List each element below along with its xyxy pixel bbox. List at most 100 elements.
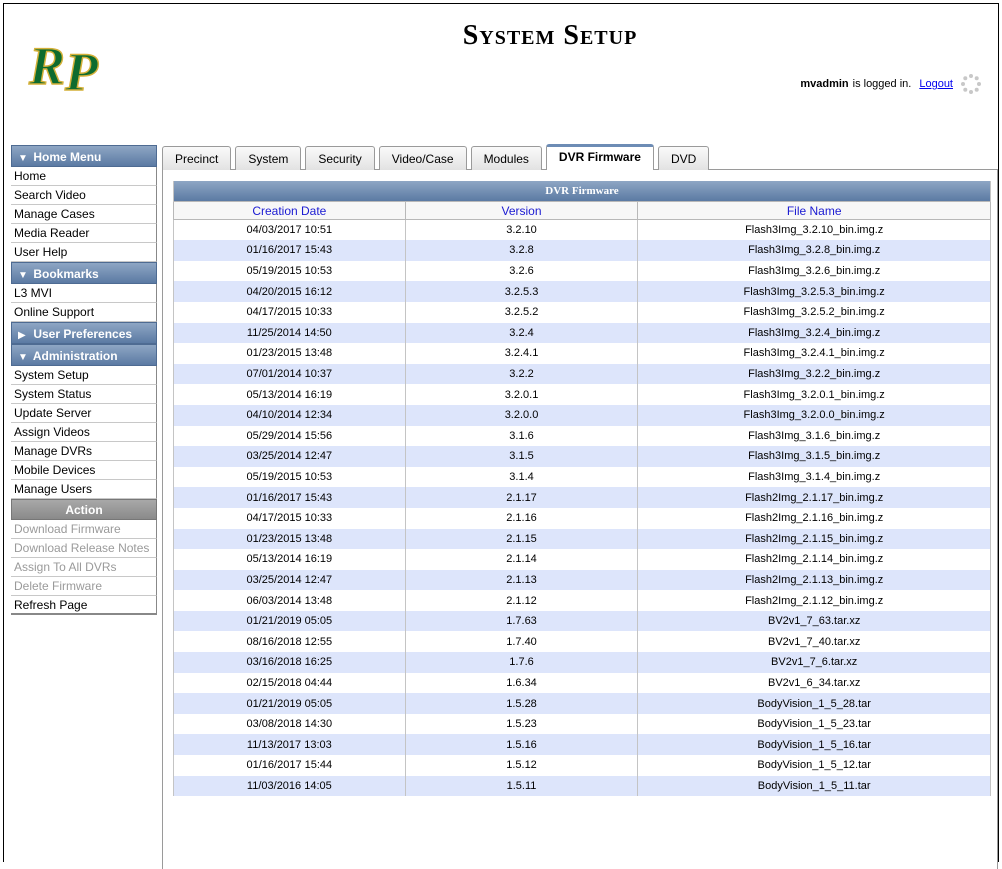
cell-version: 3.2.0.0 bbox=[404, 404, 639, 426]
sidebar-item-manage-cases[interactable]: Manage Cases bbox=[11, 205, 157, 224]
table-row[interactable]: 05/19/2015 10:53 3.2.6 Flash3Img_3.2.6_bin… bbox=[173, 260, 991, 282]
cell-creation-date: 01/21/2019 05:05 bbox=[173, 693, 406, 714]
sidebar-item-online-support[interactable]: Online Support bbox=[11, 303, 157, 322]
sidebar-item-update-server[interactable]: Update Server bbox=[11, 404, 157, 423]
administration-header[interactable]: ▼ Administration bbox=[11, 344, 157, 366]
table-row[interactable]: 01/16/2017 15:44 1.5.12 BodyVision_1_5_12.… bbox=[173, 755, 991, 776]
table-row[interactable]: 04/20/2015 16:12 3.2.5.3 Flash3Img_3.2.5.3… bbox=[173, 281, 991, 302]
table-row[interactable]: 05/19/2015 10:53 3.1.4 Flash3Img_3.1.4_bin… bbox=[173, 466, 991, 488]
cell-file-name: BV2v1_7_6.tar.xz bbox=[637, 652, 991, 673]
cell-creation-date: 03/08/2018 14:30 bbox=[173, 713, 406, 735]
table-row[interactable]: 03/08/2018 14:30 1.5.23 BodyVision_1_5_23.… bbox=[173, 713, 991, 735]
home-menu-title: Home Menu bbox=[33, 150, 102, 164]
user-preferences-title: User Preferences bbox=[33, 327, 133, 341]
home-menu-header[interactable]: ▼ Home Menu bbox=[11, 145, 157, 167]
table-row[interactable]: 01/21/2019 05:05 1.7.63 BV2v1_7_63.tar.xz bbox=[173, 610, 991, 632]
tab-dvd[interactable]: DVD bbox=[657, 146, 710, 170]
table-row[interactable]: 08/16/2018 12:55 1.7.40 BV2v1_7_40.tar.xz bbox=[173, 631, 991, 653]
cell-version: 2.1.12 bbox=[404, 590, 639, 611]
cell-file-name: Flash2Img_2.1.17_bin.img.z bbox=[637, 487, 991, 508]
sidebar-item-l3-mvi[interactable]: L3 MVI bbox=[11, 284, 157, 303]
cell-creation-date: 01/23/2015 13:48 bbox=[173, 343, 406, 364]
user-preferences-header[interactable]: ▶ User Preferences bbox=[11, 322, 157, 344]
cell-creation-date: 01/16/2017 15:43 bbox=[173, 240, 406, 261]
cell-version: 3.2.4 bbox=[404, 322, 639, 344]
table-row[interactable]: 11/25/2014 14:50 3.2.4 Flash3Img_3.2.4_bin… bbox=[173, 322, 991, 344]
table-row[interactable]: 07/01/2014 10:37 3.2.2 Flash3Img_3.2.2_bin… bbox=[173, 363, 991, 385]
cell-version: 3.2.5.2 bbox=[404, 301, 639, 323]
column-header-version[interactable]: Version bbox=[404, 201, 639, 221]
sidebar-item-home[interactable]: Home bbox=[11, 167, 157, 186]
logout-link[interactable]: Logout bbox=[919, 78, 953, 90]
logged-in-text: is logged in. bbox=[852, 78, 912, 90]
cell-creation-date: 04/03/2017 10:51 bbox=[173, 219, 406, 241]
cell-file-name: BodyVision_1_5_12.tar bbox=[637, 755, 991, 776]
cell-version: 1.5.12 bbox=[404, 755, 639, 776]
table-row[interactable]: 04/10/2014 12:34 3.2.0.0 Flash3Img_3.2.0.0… bbox=[173, 404, 991, 426]
table-row[interactable]: 01/23/2015 13:48 2.1.15 Flash2Img_2.1.15_b… bbox=[173, 528, 991, 550]
cell-version: 3.2.6 bbox=[404, 260, 639, 282]
tab-video-case[interactable]: Video/Case bbox=[378, 146, 467, 170]
cell-creation-date: 11/03/2016 14:05 bbox=[173, 775, 406, 797]
sidebar-item-assign-videos[interactable]: Assign Videos bbox=[11, 423, 157, 442]
table-row[interactable]: 11/13/2017 13:03 1.5.16 BodyVision_1_5_16.… bbox=[173, 734, 991, 756]
sidebar-item-manage-users[interactable]: Manage Users bbox=[11, 480, 157, 499]
cell-creation-date: 05/19/2015 10:53 bbox=[173, 260, 406, 282]
table-row[interactable]: 02/15/2018 04:44 1.6.34 BV2v1_6_34.tar.xz bbox=[173, 672, 991, 694]
cell-creation-date: 04/20/2015 16:12 bbox=[173, 281, 406, 302]
tab-dvr-firmware[interactable]: DVR Firmware bbox=[545, 144, 654, 170]
tab-security[interactable]: Security bbox=[305, 146, 375, 170]
table-row[interactable]: 06/03/2014 13:48 2.1.12 Flash2Img_2.1.12_b… bbox=[173, 590, 991, 611]
table-row[interactable]: 11/03/2016 14:05 1.5.11 BodyVision_1_5_11.… bbox=[173, 775, 991, 797]
action-assign-to-all-dvrs[interactable]: Assign To All DVRs bbox=[11, 558, 157, 577]
cell-file-name: BodyVision_1_5_28.tar bbox=[637, 693, 991, 714]
cell-version: 3.2.4.1 bbox=[404, 343, 639, 364]
cell-file-name: Flash2Img_2.1.14_bin.img.z bbox=[637, 549, 991, 570]
cell-version: 1.5.23 bbox=[404, 713, 639, 735]
bookmarks-header[interactable]: ▼ Bookmarks bbox=[11, 262, 157, 284]
tab-system[interactable]: System bbox=[235, 146, 302, 170]
action-header: Action bbox=[11, 499, 157, 520]
table-row[interactable]: 05/13/2014 16:19 3.2.0.1 Flash3Img_3.2.0.1… bbox=[173, 384, 991, 405]
cell-creation-date: 03/25/2014 12:47 bbox=[173, 569, 406, 591]
sidebar-item-system-status[interactable]: System Status bbox=[11, 385, 157, 404]
cell-creation-date: 08/16/2018 12:55 bbox=[173, 631, 406, 653]
table-row[interactable]: 05/13/2014 16:19 2.1.14 Flash2Img_2.1.14_b… bbox=[173, 549, 991, 570]
firmware-table: DVR Firmware Creation Date Version File … bbox=[173, 181, 991, 797]
cell-file-name: Flash3Img_3.2.8_bin.img.z bbox=[637, 240, 991, 261]
table-row[interactable]: 04/17/2015 10:33 3.2.5.2 Flash3Img_3.2.5.2… bbox=[173, 301, 991, 323]
sidebar-item-media-reader[interactable]: Media Reader bbox=[11, 224, 157, 243]
action-delete-firmware[interactable]: Delete Firmware bbox=[11, 577, 157, 596]
action-refresh-page[interactable]: Refresh Page bbox=[11, 596, 157, 615]
table-row[interactable]: 03/25/2014 12:47 2.1.13 Flash2Img_2.1.13_b… bbox=[173, 569, 991, 591]
tab-modules[interactable]: Modules bbox=[470, 146, 542, 170]
cell-file-name: BodyVision_1_5_16.tar bbox=[637, 734, 991, 756]
rp-logo-icon: R P bbox=[27, 35, 100, 103]
table-row[interactable]: 05/29/2014 15:56 3.1.6 Flash3Img_3.1.6_bin… bbox=[173, 425, 991, 447]
table-row[interactable]: 01/23/2015 13:48 3.2.4.1 Flash3Img_3.2.4.1… bbox=[173, 343, 991, 364]
sidebar-item-user-help[interactable]: User Help bbox=[11, 243, 157, 262]
table-row[interactable]: 04/17/2015 10:33 2.1.16 Flash2Img_2.1.16_b… bbox=[173, 507, 991, 529]
table-row[interactable]: 01/16/2017 15:43 3.2.8 Flash3Img_3.2.8_bin… bbox=[173, 240, 991, 261]
cell-file-name: BV2v1_7_40.tar.xz bbox=[637, 631, 991, 653]
action-download-firmware[interactable]: Download Firmware bbox=[11, 520, 157, 539]
cell-creation-date: 01/21/2019 05:05 bbox=[173, 610, 406, 632]
action-download-release-notes[interactable]: Download Release Notes bbox=[11, 539, 157, 558]
cell-file-name: BV2v1_6_34.tar.xz bbox=[637, 672, 991, 694]
cell-file-name: Flash3Img_3.2.10_bin.img.z bbox=[637, 219, 991, 241]
column-header-creation-date[interactable]: Creation Date bbox=[173, 201, 406, 221]
table-row[interactable]: 03/25/2014 12:47 3.1.5 Flash3Img_3.1.5_bin… bbox=[173, 446, 991, 467]
table-row[interactable]: 04/03/2017 10:51 3.2.10 Flash3Img_3.2.10_b… bbox=[173, 219, 991, 241]
cell-version: 1.5.16 bbox=[404, 734, 639, 756]
sidebar-item-system-setup[interactable]: System Setup bbox=[11, 366, 157, 385]
table-row[interactable]: 01/21/2019 05:05 1.5.28 BodyVision_1_5_28.… bbox=[173, 693, 991, 714]
cell-file-name: BodyVision_1_5_11.tar bbox=[637, 775, 991, 797]
table-row[interactable]: 01/16/2017 15:43 2.1.17 Flash2Img_2.1.17_b… bbox=[173, 487, 991, 508]
sidebar-item-manage-dvrs[interactable]: Manage DVRs bbox=[11, 442, 157, 461]
cell-creation-date: 11/13/2017 13:03 bbox=[173, 734, 406, 756]
table-row[interactable]: 03/16/2018 16:25 1.7.6 BV2v1_7_6.tar.xz bbox=[173, 652, 991, 673]
sidebar-item-mobile-devices[interactable]: Mobile Devices bbox=[11, 461, 157, 480]
sidebar-item-search-video[interactable]: Search Video bbox=[11, 186, 157, 205]
column-header-file-name[interactable]: File Name bbox=[637, 201, 991, 221]
tab-precinct[interactable]: Precinct bbox=[162, 146, 232, 170]
